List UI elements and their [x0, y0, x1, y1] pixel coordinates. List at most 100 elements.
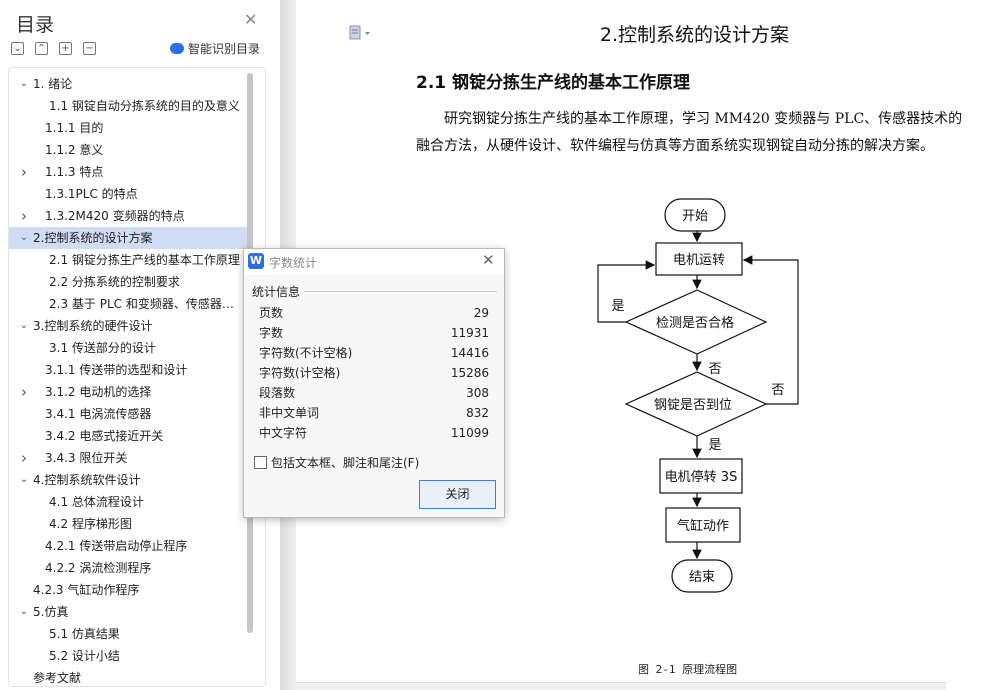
chevron-right-icon[interactable]: › [17, 381, 31, 403]
dialog-title: 字数统计 [269, 256, 318, 270]
add-heading-icon[interactable]: + [59, 42, 72, 55]
toc-item[interactable]: 4.2.3 气缸动作程序 [9, 579, 247, 601]
toc-item-label: 4.2.2 涡流检测程序 [45, 561, 152, 575]
toc-item-label: 2.控制系统的设计方案 [33, 231, 153, 245]
flow-cylinder-label: 气缸动作 [677, 518, 729, 534]
toc-item[interactable]: 1.1.1 目的 [9, 117, 247, 139]
toc-item[interactable]: › 3.1.2 电动机的选择 [9, 381, 247, 403]
toc-item-label: 1.1 钢锭自动分拣系统的目的及意义 [49, 99, 240, 113]
stats-row: 页数 29 [259, 303, 489, 323]
stats-row: 字符数(不计空格) 14416 [259, 343, 489, 363]
smart-toc-button[interactable]: 智能识别目录 [170, 40, 260, 57]
flow-end-label: 结束 [689, 570, 715, 585]
include-textbox-label[interactable]: 包括文本框、脚注和尾注(F) [271, 454, 419, 471]
dialog-close-icon[interactable]: ✕ [482, 253, 495, 268]
toc-item-label: 4.1 总体流程设计 [49, 495, 144, 509]
stats-row-label: 字符数(计空格) [259, 366, 341, 380]
toc-item[interactable]: › 3.4.3 限位开关 [9, 447, 247, 469]
toc-item-label: 1.3.2M420 变频器的特点 [45, 209, 185, 223]
chevron-right-icon[interactable]: › [17, 447, 31, 469]
stats-row-label: 字符数(不计空格) [259, 346, 353, 360]
chevron-right-icon[interactable]: › [17, 161, 31, 183]
toc-item[interactable]: ⌄ 3.控制系统的硬件设计 [9, 315, 247, 337]
expand-all-icon[interactable]: ⌃ [35, 42, 48, 55]
toc-item[interactable]: 2.1 钢锭分拣生产线的基本工作原理 [9, 249, 247, 271]
dialog-titlebar[interactable]: W 字数统计 ✕ [244, 249, 504, 275]
section-divider [304, 291, 497, 292]
toc-panel: 目录 ✕ ⌄ ⌃ + − 智能识别目录 ⌄ 1. 绪论 1.1 钢锭自动分拣系统的目… [0, 0, 280, 690]
toc-item-label: 3.4.2 电感式接近开关 [45, 429, 164, 443]
stats-row-label: 非中文单词 [259, 406, 320, 420]
toc-item[interactable]: 2.2 分拣系统的控制要求 [9, 271, 247, 293]
stats-row-value: 11099 [450, 426, 489, 440]
toc-item-label: 3.1 传送部分的设计 [49, 341, 156, 355]
toc-item[interactable]: 5.2 设计小结 [9, 645, 247, 667]
toc-item[interactable]: 4.1 总体流程设计 [9, 491, 247, 513]
horizontal-scrollbar[interactable] [296, 682, 946, 690]
toc-item-label: 3.4.1 电涡流传感器 [45, 407, 152, 421]
toc-item-label: 1.1.1 目的 [45, 121, 104, 135]
toc-item-label: 4.2.1 传送带启动停止程序 [45, 539, 188, 553]
stats-row-value: 15286 [450, 366, 489, 380]
toc-item-label: 4.2 程序梯形图 [49, 517, 132, 531]
stats-row-label: 段落数 [259, 386, 296, 400]
flow-no-label-2: 否 [771, 383, 784, 398]
toc-item-label: 1.1.3 特点 [45, 165, 104, 179]
smart-toc-label: 智能识别目录 [188, 42, 261, 56]
stats-section-label: 统计信息 [252, 285, 301, 299]
toc-item[interactable]: ⌄ 2.控制系统的设计方案 [9, 227, 247, 249]
chevron-down-icon[interactable]: ⌄ [17, 469, 31, 491]
word-count-dialog: W 字数统计 ✕ 统计信息 页数 29 字数 11931 字符数(不计空格) 14416 字… [243, 248, 505, 518]
toc-close-icon[interactable]: ✕ [244, 12, 257, 28]
stats-row-value: 14416 [450, 346, 489, 360]
toc-item-label: 3.1.1 传送带的选型和设计 [45, 363, 188, 377]
smart-cloud-icon [170, 43, 184, 54]
toc-item[interactable]: 1.3.1PLC 的特点 [9, 183, 247, 205]
toc-item[interactable]: ⌄ 5.仿真 [9, 601, 247, 623]
toc-item-label: 3.1.2 电动机的选择 [45, 385, 152, 399]
stats-row: 字符数(计空格) 15286 [259, 363, 489, 383]
stats-row-value: 308 [466, 386, 489, 400]
flow-motor-run-label: 电机运转 [673, 253, 725, 268]
toc-item[interactable]: 3.1.1 传送带的选型和设计 [9, 359, 247, 381]
figure-caption[interactable]: 图 2-1 原理流程图 [638, 661, 737, 677]
chevron-down-icon[interactable]: ⌄ [17, 73, 31, 95]
toc-item-label: 5.仿真 [33, 605, 69, 619]
toc-item-label: 4.2.3 气缸动作程序 [33, 583, 140, 597]
toc-item[interactable]: 参考文献 [9, 667, 247, 686]
toc-item[interactable]: 4.2 程序梯形图 [9, 513, 247, 535]
toc-title: 目录 [16, 14, 55, 36]
chevron-right-icon[interactable]: › [17, 205, 31, 227]
stats-row: 中文字符 11099 [259, 423, 489, 443]
toc-item-label: 3.控制系统的硬件设计 [33, 319, 153, 333]
toc-item-label: 2.3 基于 PLC 和变频器、传感器技术的融合方法 [49, 297, 243, 311]
toc-item[interactable]: 3.1 传送部分的设计 [9, 337, 247, 359]
toc-item[interactable]: ⌄ 4.控制系统软件设计 [9, 469, 247, 491]
include-textbox-checkbox[interactable] [254, 456, 267, 469]
stats-row: 段落数 308 [259, 383, 489, 403]
toc-item[interactable]: › 1.1.3 特点 [9, 161, 247, 183]
stats-row: 字数 11931 [259, 323, 489, 343]
toc-item[interactable]: 3.4.2 电感式接近开关 [9, 425, 247, 447]
toc-item-label: 1. 绪论 [33, 77, 73, 91]
stats-row: 非中文单词 832 [259, 403, 489, 423]
collapse-all-icon[interactable]: ⌄ [11, 42, 24, 55]
chevron-down-icon[interactable]: ⌄ [17, 227, 31, 249]
close-button[interactable]: 关闭 [419, 480, 496, 509]
toc-item[interactable]: 1.1 钢锭自动分拣系统的目的及意义 [9, 95, 247, 117]
toc-item[interactable]: 3.4.1 电涡流传感器 [9, 403, 247, 425]
flow-check-label: 检测是否合格 [656, 315, 734, 331]
toc-item[interactable]: ⌄ 1. 绪论 [9, 73, 247, 95]
toc-item-label: 1.3.1PLC 的特点 [45, 187, 138, 201]
toc-item[interactable]: 4.2.2 涡流检测程序 [9, 557, 247, 579]
toc-item-label: 5.1 仿真结果 [49, 627, 120, 641]
remove-heading-icon[interactable]: − [83, 42, 96, 55]
stats-row-label: 页数 [259, 306, 284, 320]
toc-item[interactable]: › 1.3.2M420 变频器的特点 [9, 205, 247, 227]
toc-item[interactable]: 1.1.2 意义 [9, 139, 247, 161]
chevron-down-icon[interactable]: ⌄ [17, 601, 31, 623]
toc-item[interactable]: 2.3 基于 PLC 和变频器、传感器技术的融合方法 [9, 293, 247, 315]
toc-item[interactable]: 5.1 仿真结果 [9, 623, 247, 645]
toc-item[interactable]: 4.2.1 传送带启动停止程序 [9, 535, 247, 557]
chevron-down-icon[interactable]: ⌄ [17, 315, 31, 337]
